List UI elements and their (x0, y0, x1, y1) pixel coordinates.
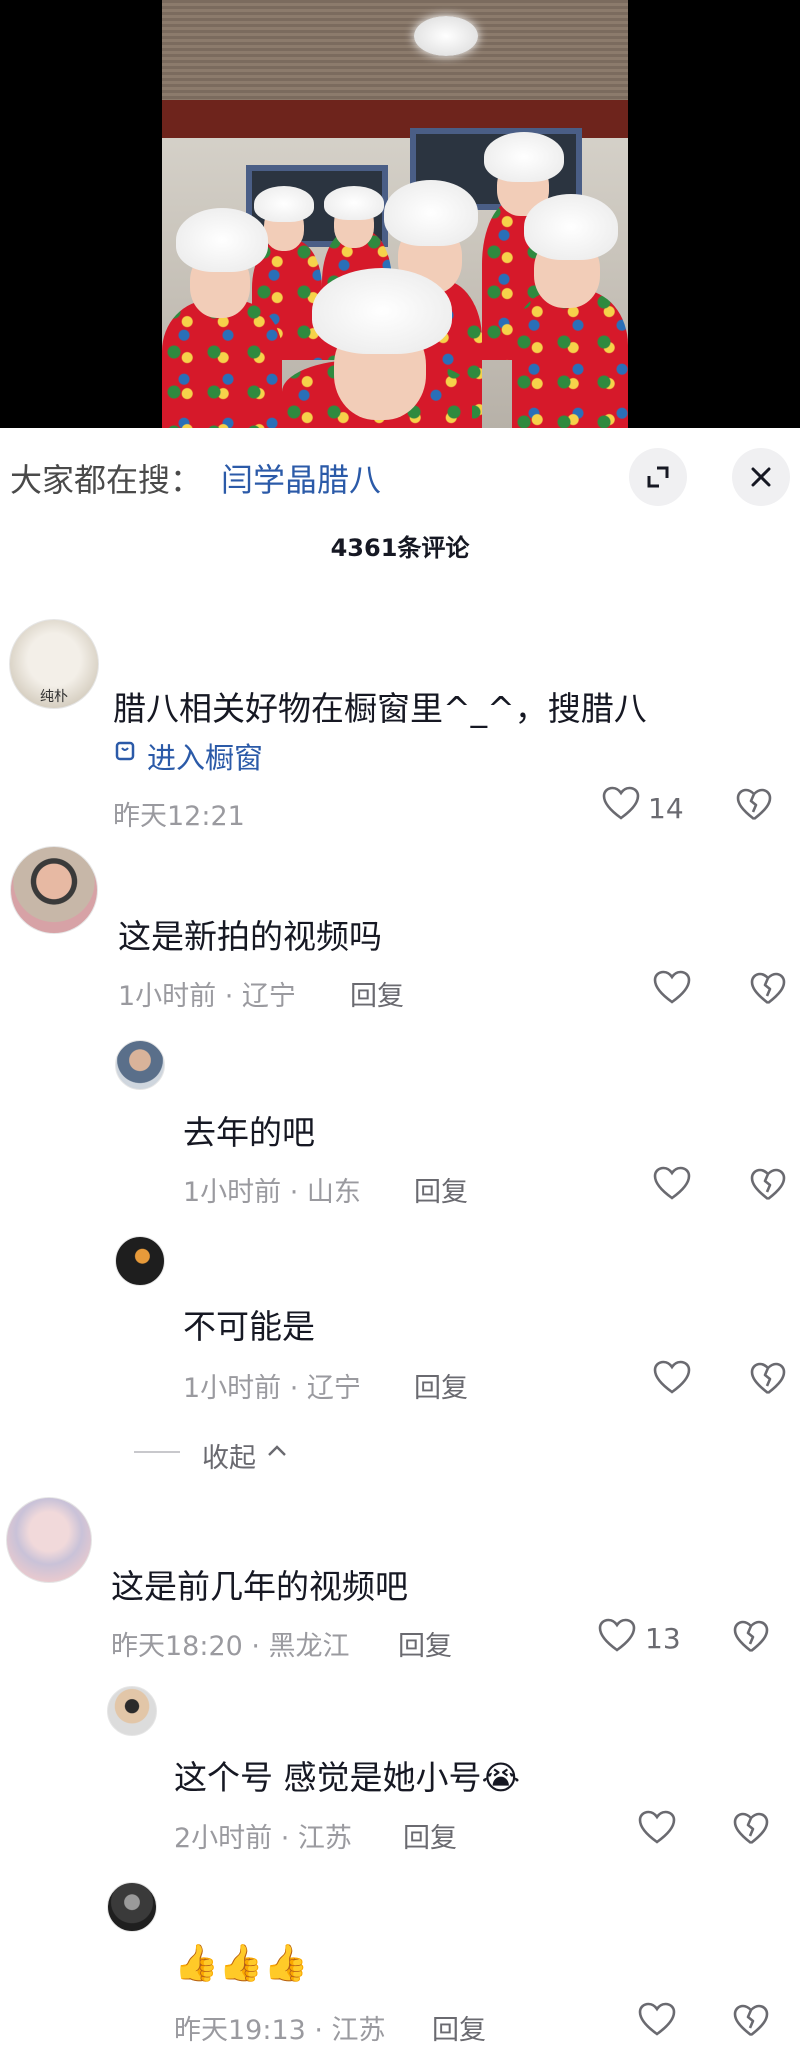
comment-text: 腊八相关好物在橱窗里^_^，搜腊八 (113, 689, 647, 728)
like-count: 14 (648, 792, 684, 825)
dislike-broken-heart-icon[interactable] (733, 1812, 769, 1846)
comment-time: 昨天12:21 (113, 801, 245, 832)
search-suggestion-prefix: 大家都在搜： (10, 461, 203, 499)
reply-text: 这个号 感觉是她小号😭 (174, 1758, 521, 1797)
video-frame (162, 0, 628, 428)
avatar[interactable] (10, 846, 98, 934)
reply-text: 👍👍👍 (174, 1943, 309, 1984)
like-heart-icon[interactable] (638, 2002, 676, 2038)
like-count: 13 (645, 1622, 681, 1655)
reply-button[interactable]: 回复 (398, 1624, 452, 1663)
comment-time: 1小时前 · 辽宁 (118, 981, 296, 1012)
person-coat (512, 290, 628, 428)
dislike-broken-heart-icon[interactable] (733, 1620, 769, 1654)
avatar[interactable]: 纯朴 (9, 619, 99, 709)
reply-time: 2小时前 · 江苏 (174, 1823, 352, 1854)
reply-time: 1小时前 · 辽宁 (183, 1373, 361, 1404)
avatar[interactable] (107, 1686, 157, 1736)
like-heart-icon[interactable] (653, 1166, 691, 1202)
like-heart-icon[interactable] (653, 970, 691, 1006)
video-player[interactable] (0, 0, 800, 428)
collapse-replies-button[interactable]: 收起 (202, 1436, 256, 1475)
chevron-up-icon[interactable] (266, 1442, 288, 1458)
dislike-broken-heart-icon[interactable] (733, 2004, 769, 2038)
expand-icon (647, 466, 669, 488)
like-heart-icon[interactable] (638, 1810, 676, 1846)
fur-hat (312, 268, 452, 354)
fur-hat (254, 186, 314, 222)
reply-text: 去年的吧 (183, 1113, 315, 1152)
close-icon (751, 467, 771, 487)
fur-hat (524, 194, 618, 260)
fur-hat (324, 186, 384, 220)
like-heart-icon[interactable] (598, 1618, 636, 1654)
comment-text: 这是前几年的视频吧 (111, 1567, 408, 1606)
reply-button[interactable]: 回复 (350, 974, 404, 1013)
person-coat (162, 300, 282, 428)
collapse-divider (134, 1451, 180, 1453)
reply-button[interactable]: 回复 (414, 1170, 468, 1209)
avatar[interactable] (115, 1236, 165, 1286)
reply-button[interactable]: 回复 (432, 2008, 486, 2047)
avatar[interactable] (107, 1882, 157, 1932)
avatar[interactable] (6, 1497, 92, 1583)
ceiling-lamp (414, 16, 478, 56)
comment-count-title: 4361条评论 (330, 534, 470, 562)
close-button[interactable] (732, 448, 790, 506)
dislike-broken-heart-icon[interactable] (750, 972, 786, 1006)
reply-button[interactable]: 回复 (403, 1816, 457, 1855)
comment-time: 昨天18:20 · 黑龙江 (111, 1631, 350, 1662)
shop-window-link[interactable]: 进入橱窗 (147, 735, 263, 777)
avatar-label: 纯朴 (40, 689, 68, 705)
dislike-broken-heart-icon[interactable] (736, 788, 772, 822)
shop-window-icon (115, 741, 135, 761)
dislike-broken-heart-icon[interactable] (750, 1168, 786, 1202)
comment-text: 这是新拍的视频吗 (118, 917, 382, 956)
fur-hat (384, 180, 478, 246)
fur-hat (484, 132, 564, 182)
expand-button[interactable] (629, 448, 687, 506)
ceiling (162, 0, 628, 105)
avatar[interactable] (115, 1040, 165, 1090)
fur-hat (176, 208, 268, 272)
dislike-broken-heart-icon[interactable] (750, 1362, 786, 1396)
reply-time: 1小时前 · 山东 (183, 1177, 361, 1208)
reply-button[interactable]: 回复 (414, 1366, 468, 1405)
reply-text: 不可能是 (183, 1307, 315, 1346)
like-heart-icon[interactable] (602, 786, 640, 822)
like-heart-icon[interactable] (653, 1360, 691, 1396)
reply-time: 昨天19:13 · 江苏 (174, 2015, 386, 2046)
search-suggestion-term[interactable]: 闫学晶腊八 (221, 455, 381, 501)
